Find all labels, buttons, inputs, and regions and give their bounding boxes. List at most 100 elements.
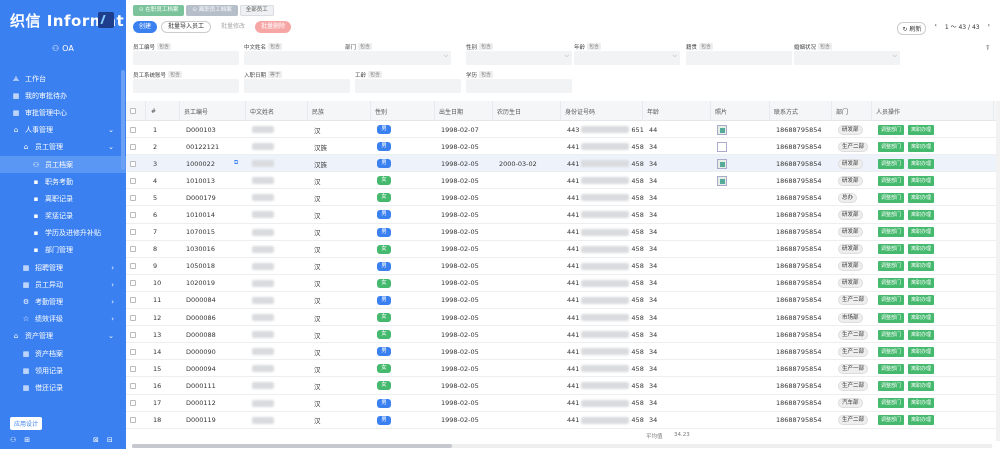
row-checkbox[interactable] <box>130 382 136 389</box>
resign-button[interactable]: 离职办理 <box>908 244 935 255</box>
row-checkbox[interactable] <box>130 280 136 287</box>
collapse-icon[interactable]: ⊟ <box>107 436 113 444</box>
user-settings-icon[interactable]: ⚇ <box>10 436 16 444</box>
table-row[interactable]: 16 D000111 汉 女 1998-02-05 441 458 34 18688795854… <box>126 377 1000 395</box>
column-header[interactable]: 员工编号 <box>180 101 246 121</box>
filter-input[interactable] <box>355 79 461 93</box>
transfer-dept-button[interactable]: 调整部门 <box>878 278 905 289</box>
table-row[interactable]: 11 D000084 汉 男 1998-02-05 441 458 34 18688795854… <box>126 292 1000 310</box>
sidebar-item[interactable]: ☆ 绩效评级 › <box>0 311 126 328</box>
table-row[interactable]: 15 D000094 汉 女 1998-02-05 441 458 34 18688795854… <box>126 360 1000 378</box>
column-header[interactable]: 农历生日 <box>493 101 561 121</box>
photo-thumbnail[interactable] <box>717 158 727 169</box>
sidebar-item[interactable]: ▦ 审批管理中心 <box>0 104 126 121</box>
transfer-dept-button[interactable]: 调整部门 <box>878 244 905 255</box>
sidebar-item[interactable]: ▦ 员工异动 › <box>0 276 126 293</box>
filter-icon[interactable]: ⍒ <box>986 44 990 53</box>
filter-op[interactable]: 包含 <box>818 43 833 50</box>
select-all-checkbox[interactable] <box>130 108 136 114</box>
table-row[interactable]: 5 D000179 汉 女 1998-02-05 441 458 34 18688795854 总… <box>126 189 1000 207</box>
transfer-dept-button[interactable]: 调整部门 <box>878 209 905 220</box>
column-header[interactable]: 年龄 <box>643 101 711 121</box>
row-checkbox[interactable] <box>130 126 136 133</box>
user-menu[interactable]: ⚇ OA <box>52 44 74 53</box>
row-checkbox[interactable] <box>130 331 136 338</box>
import-button[interactable]: 批量导入员工 <box>161 21 212 33</box>
transfer-dept-button[interactable]: 调整部门 <box>878 141 905 152</box>
row-checkbox[interactable] <box>130 143 136 150</box>
row-checkbox[interactable] <box>130 246 136 253</box>
row-checkbox[interactable] <box>130 263 136 270</box>
table-row[interactable]: 10 1020019 汉 女 1998-02-05 441 458 34 18688795854… <box>126 275 1000 292</box>
filter-op[interactable]: 包含 <box>157 43 172 50</box>
sidebar-item[interactable]: ⚙ 考勤管理 › <box>0 293 126 310</box>
refresh-button[interactable]: ↻ 刷新 <box>897 22 927 35</box>
filter-input[interactable] <box>686 51 792 65</box>
row-checkbox[interactable] <box>130 229 136 236</box>
row-checkbox[interactable] <box>130 177 136 184</box>
table-row[interactable]: 7 1070015 汉 男 1998-02-05 441 458 34 18688795854 研… <box>126 224 1000 241</box>
row-checkbox[interactable] <box>130 160 136 167</box>
transfer-dept-button[interactable]: 调整部门 <box>878 192 905 203</box>
tab-active-employees[interactable]: ⊙ 在职员工档案 <box>133 5 185 16</box>
batch-edit-button[interactable]: 批量修改 <box>215 21 251 33</box>
scrollbar-thumb[interactable] <box>132 444 452 448</box>
filter-input[interactable] <box>345 51 451 65</box>
table-row[interactable]: 17 D000112 汉 男 1998-02-05 441 458 34 18688795854… <box>126 395 1000 412</box>
row-checkbox[interactable] <box>130 297 136 304</box>
transfer-dept-button[interactable]: 调整部门 <box>878 158 905 169</box>
column-header[interactable]: 中文姓名 <box>246 101 308 121</box>
resign-button[interactable]: 离职办理 <box>908 209 935 220</box>
batch-delete-button[interactable]: 批量删除 <box>255 21 292 33</box>
table-row[interactable]: 6 1010014 汉 男 1998-02-05 441 458 34 18688795854 研… <box>126 206 1000 224</box>
transfer-dept-button[interactable]: 调整部门 <box>878 329 905 340</box>
transfer-dept-button[interactable]: 调整部门 <box>878 312 905 323</box>
sidebar-item[interactable]: ▦ 招聘管理 › <box>0 259 126 276</box>
filter-op[interactable]: 包含 <box>358 43 373 50</box>
column-header[interactable]: # <box>147 101 180 121</box>
sidebar-item[interactable]: ▪ 部门管理 <box>0 242 126 259</box>
column-header[interactable]: 身份证号码 <box>561 101 643 121</box>
filter-input[interactable] <box>574 51 680 65</box>
filter-op[interactable]: 包含 <box>368 71 383 78</box>
sidebar-item[interactable]: ⌂ 资产管理 ⌄ <box>0 328 126 345</box>
pager-prev-icon[interactable]: ‹ <box>934 22 936 35</box>
table-horizontal-scrollbar[interactable] <box>132 444 992 448</box>
table-row[interactable]: 14 D000090 汉 男 1998-02-05 441 458 34 18688795854… <box>126 343 1000 361</box>
sidebar-item[interactable]: ▪ 离职记录 <box>0 190 126 207</box>
tab-resigned-employees[interactable]: ⊙ 离职员工档案 <box>186 5 238 16</box>
filter-op[interactable]: 包含 <box>699 43 714 50</box>
transfer-dept-button[interactable]: 调整部门 <box>878 398 905 408</box>
transfer-dept-button[interactable]: 调整部门 <box>878 415 905 426</box>
row-checkbox[interactable] <box>130 417 136 424</box>
resign-button[interactable]: 离职办理 <box>908 398 935 408</box>
row-checkbox[interactable] <box>130 400 136 406</box>
tab-all-employees[interactable]: 全部员工 <box>239 5 274 16</box>
column-header[interactable]: 出生日期 <box>435 101 493 121</box>
resign-button[interactable]: 离职办理 <box>908 227 935 238</box>
open-record-icon[interactable]: ⧉ <box>234 159 238 167</box>
filter-op[interactable]: 包含 <box>479 43 494 50</box>
sidebar-item[interactable]: ⟁ 工作台 <box>0 70 126 87</box>
resign-button[interactable]: 离职办理 <box>908 158 935 169</box>
column-header[interactable]: 部门 <box>832 101 872 121</box>
column-header[interactable]: 联系方式 <box>770 101 832 121</box>
pager-next-icon[interactable]: › <box>988 22 990 35</box>
resign-button[interactable]: 离职办理 <box>908 124 935 135</box>
sidebar-item[interactable]: ▦ 领用记录 <box>0 362 126 379</box>
filter-input[interactable] <box>133 51 239 65</box>
transfer-dept-button[interactable]: 调整部门 <box>878 175 905 186</box>
resign-button[interactable]: 离职办理 <box>908 295 935 306</box>
resign-button[interactable]: 离职办理 <box>908 261 935 272</box>
transfer-dept-button[interactable]: 调整部门 <box>878 261 905 272</box>
sidebar-item[interactable]: ▦ 资产档案 <box>0 345 126 362</box>
sidebar-scrollbar[interactable] <box>121 70 125 170</box>
table-vertical-scrollbar[interactable] <box>996 101 1000 441</box>
sidebar-item[interactable]: ⌂ 人事管理 ⌄ <box>0 122 126 139</box>
filter-op[interactable]: 包含 <box>587 43 602 50</box>
column-header[interactable]: 照片 <box>711 101 770 121</box>
sidebar-item[interactable]: ▪ 奖惩记录 <box>0 208 126 225</box>
table-row[interactable]: 8 1030016 汉 女 1998-02-05 441 458 34 18688795854 研… <box>126 241 1000 258</box>
row-checkbox[interactable] <box>130 348 136 355</box>
sidebar-item[interactable]: ▦ 我的审批待办 <box>0 87 126 104</box>
